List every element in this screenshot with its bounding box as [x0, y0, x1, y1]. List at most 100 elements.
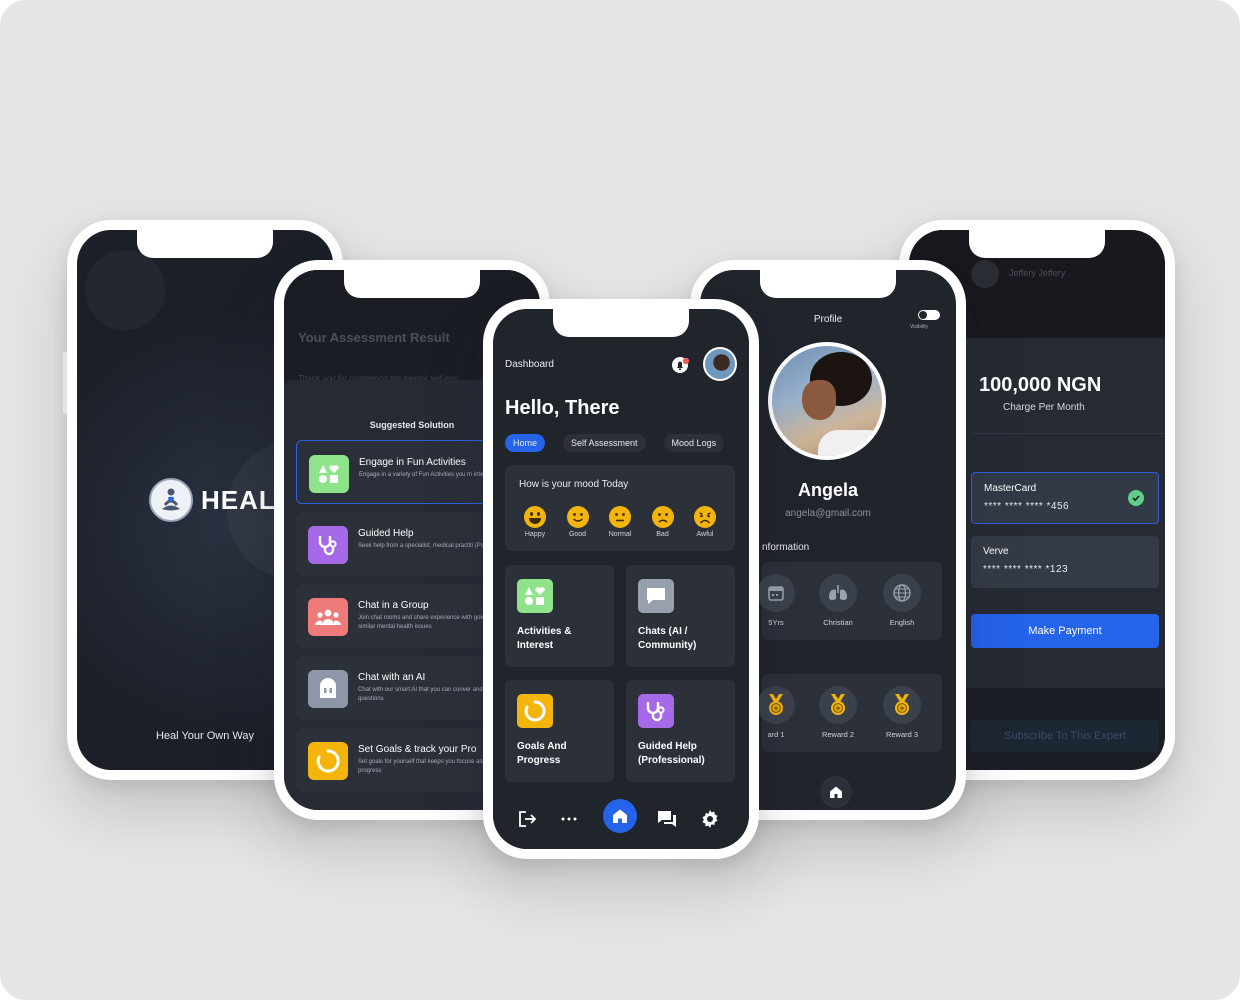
- reward-label: Reward 3: [885, 730, 919, 739]
- solution-title: Set Goals & track your Pro: [358, 744, 477, 755]
- tab-home[interactable]: Home: [505, 434, 546, 452]
- more-icon[interactable]: [557, 807, 581, 831]
- mood-option[interactable]: Good: [558, 505, 598, 538]
- solution-title: Guided Help: [358, 528, 414, 539]
- info-value: Christian: [823, 618, 853, 627]
- tab-self-assessment[interactable]: Self Assessment: [563, 434, 646, 452]
- photo-shirt: [818, 430, 882, 456]
- mood-label: Awful: [696, 531, 714, 538]
- card-option-verve[interactable]: Verve **** **** **** *123: [971, 536, 1159, 588]
- bell-icon[interactable]: [671, 355, 691, 375]
- phone-notch: [137, 230, 273, 258]
- tile-label: Guided Help (Professional): [638, 741, 705, 766]
- medal-icon: [883, 686, 921, 724]
- tab-mood-logs[interactable]: Mood Logs: [663, 434, 725, 452]
- profile-photo: [768, 342, 886, 460]
- visibility-toggle[interactable]: [918, 310, 940, 320]
- home-icon[interactable]: [603, 799, 637, 833]
- chat-bubble-icon: [638, 579, 674, 613]
- photo-face: [802, 380, 836, 420]
- tile-label: Chats (AI / Community): [638, 626, 697, 651]
- card-number: **** **** **** *456: [984, 501, 1070, 512]
- meditation-icon: [149, 478, 193, 522]
- stethoscope-icon: [308, 526, 348, 564]
- reward-label: Reward 2: [821, 730, 855, 739]
- dashboard-screen: Dashboard Hello, There Home Self Assessm…: [493, 309, 749, 849]
- reward-chip[interactable]: ard 1: [756, 686, 796, 739]
- reward-chip[interactable]: Reward 3: [882, 686, 922, 739]
- chat-icon[interactable]: [655, 807, 679, 831]
- card-name: Verve: [983, 546, 1009, 557]
- bad-face-icon: [651, 506, 674, 528]
- mood-option[interactable]: Awful: [685, 505, 725, 538]
- information-card: 5Yrs Christian English: [757, 562, 942, 640]
- robot-icon: [308, 670, 348, 708]
- mood-option[interactable]: Normal: [600, 505, 640, 538]
- tile-activities[interactable]: Activities & Interest: [505, 565, 614, 667]
- solution-title: Chat in a Group: [358, 600, 429, 611]
- tile-chats[interactable]: Chats (AI / Community): [626, 565, 735, 667]
- bottom-nav: [493, 791, 749, 849]
- payment-period: Charge Per Month: [1003, 402, 1085, 413]
- stethoscope-icon: [638, 694, 674, 728]
- solution-title: Engage in Fun Activities: [359, 457, 466, 468]
- card-option-mastercard[interactable]: MasterCard **** **** **** *456: [971, 472, 1159, 524]
- mood-option[interactable]: Happy: [515, 505, 555, 538]
- shapes-icon: [517, 579, 553, 613]
- neutral-face-icon: [609, 506, 631, 528]
- visibility-label: Visibility: [910, 324, 928, 330]
- tile-label: Activities & Interest: [517, 626, 572, 651]
- avatar: [971, 260, 999, 288]
- tile-guided-help[interactable]: Guided Help (Professional): [626, 680, 735, 782]
- info-value: English: [889, 618, 915, 627]
- solution-title: Chat with an AI: [358, 672, 426, 683]
- phone-notch: [344, 270, 480, 298]
- mood-picker: Happy Good Normal Bad Awful: [515, 505, 725, 538]
- dashboard-phone: Dashboard Hello, There Home Self Assessm…: [483, 299, 759, 859]
- card-name: MasterCard: [984, 483, 1037, 494]
- group-icon: [308, 598, 348, 636]
- globe-icon: [883, 574, 921, 612]
- reward-label: ard 1: [767, 730, 785, 739]
- information-label: nformation: [762, 542, 810, 553]
- reward-chip[interactable]: Reward 2: [818, 686, 858, 739]
- mood-label: Good: [568, 531, 587, 538]
- home-icon[interactable]: [820, 776, 852, 808]
- calendar-icon: [757, 574, 795, 612]
- rewards-card: ard 1 Reward 2 Reward 3: [757, 674, 942, 752]
- mood-option[interactable]: Bad: [643, 505, 683, 538]
- check-icon: [1128, 490, 1144, 506]
- payment-amount: 100,000 NGN: [979, 374, 1102, 396]
- info-chip: English: [882, 574, 922, 627]
- background-canvas: HEAL Heal Your Own Way Your Assessment R…: [0, 0, 1240, 1000]
- app-logo: HEAL: [149, 478, 276, 522]
- logo-text: HEAL: [201, 484, 276, 515]
- tile-goals[interactable]: Goals And Progress: [505, 680, 614, 782]
- logout-icon[interactable]: [515, 807, 539, 831]
- medal-icon: [757, 686, 795, 724]
- phone-notch: [760, 270, 896, 298]
- expert-name: Jeffery Jeffery: [1009, 268, 1066, 278]
- settings-icon[interactable]: [698, 807, 722, 831]
- lungs-icon: [819, 574, 857, 612]
- mood-label: Bad: [656, 531, 669, 538]
- phone-notch: [553, 309, 689, 337]
- header-label: Dashboard: [505, 359, 554, 370]
- phone-notch: [969, 230, 1105, 258]
- medal-icon: [819, 686, 857, 724]
- happy-face-icon: [524, 506, 546, 528]
- card-number: **** **** **** *123: [983, 564, 1069, 575]
- mood-card: How is your mood Today Happy Good Normal: [505, 465, 735, 551]
- divider: [971, 433, 1165, 434]
- mood-label: Normal: [608, 531, 632, 538]
- assessment-title: Your Assessment Result: [298, 330, 450, 345]
- subscribe-button[interactable]: Subscribe To This Expert: [971, 720, 1159, 752]
- avatar[interactable]: [703, 347, 737, 381]
- mood-label: Happy: [524, 531, 546, 538]
- shapes-icon: [309, 455, 349, 493]
- make-payment-button[interactable]: Make Payment: [971, 614, 1159, 648]
- awful-face-icon: [694, 506, 716, 528]
- mood-question: How is your mood Today: [519, 479, 629, 490]
- progress-icon: [517, 694, 553, 728]
- info-chip: Christian: [818, 574, 858, 627]
